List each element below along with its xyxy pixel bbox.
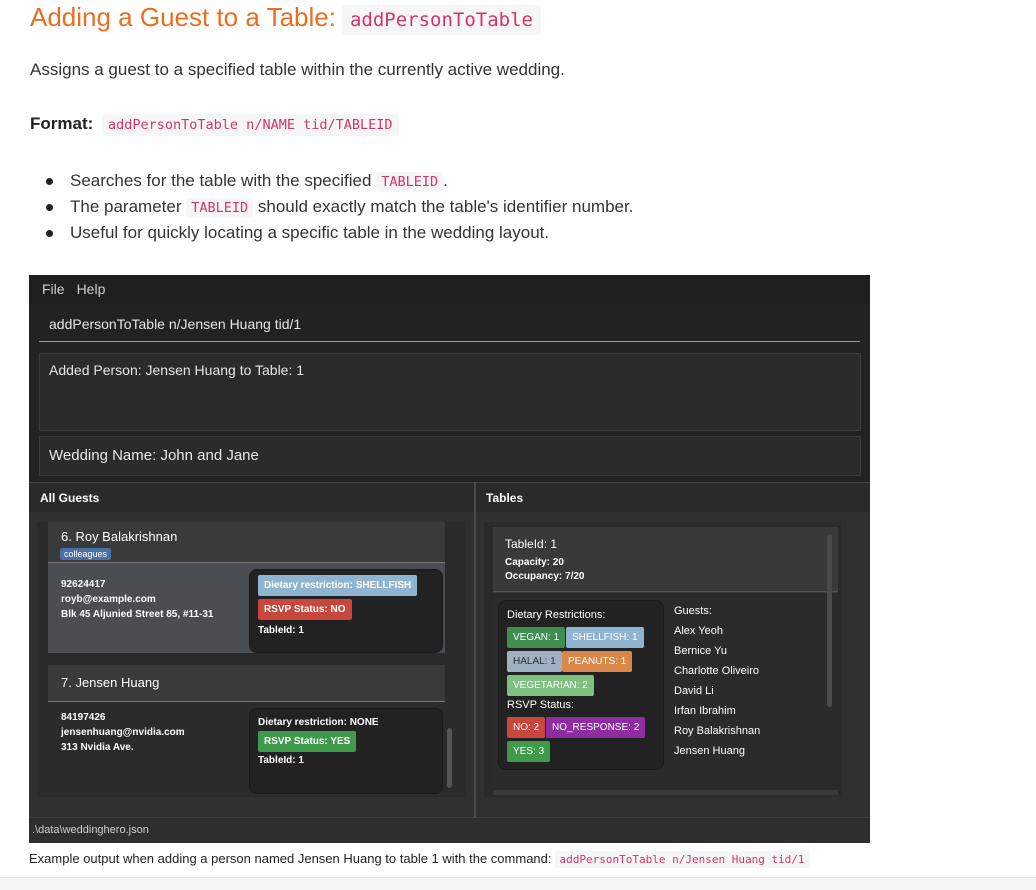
rsvp-pill: NO: 2 [507, 717, 546, 738]
caption-text: Example output when adding a person name… [29, 851, 552, 866]
table-guest-list: Guests: Alex Yeoh Bernice Yu Charlotte O… [674, 601, 760, 761]
dietary-text: Dietary restriction: NONE [258, 717, 379, 728]
format-code: addPersonToTable n/NAME tid/TABLEID [102, 114, 399, 136]
table-guest-name: Charlotte Oliveiro [674, 665, 759, 677]
table-card-header: TableId: 1 Capacity: 20 Occupancy: 7/20 [493, 527, 838, 592]
menu-file[interactable]: File [42, 275, 65, 304]
command-input[interactable]: addPersonToTable n/Jensen Huang tid/1 [39, 307, 860, 342]
note-text: should exactly match the table's identif… [253, 197, 634, 216]
format-line: Format: addPersonToTable n/NAME tid/TABL… [30, 114, 399, 136]
guest-card-header: 6. Roy Balakrishnan colleagues [48, 522, 445, 563]
dietary-pill: SHELLFISH: 1 [566, 627, 644, 648]
guest-card-body: 92624417 royb@example.com Blk 45 Aljunie… [48, 563, 445, 653]
guest-tag: colleagues [60, 548, 112, 560]
note-item: Searches for the table with the specifie… [44, 168, 633, 194]
note-item: Useful for quickly locating a specific t… [44, 220, 633, 246]
status-file-path: .\data\weddinghero.json [32, 824, 149, 836]
tables-header-label: Tables [486, 491, 524, 505]
table-guests-label: Guests: [674, 605, 712, 617]
table-card-body: Dietary Restrictions: VEGAN: 1 SHELLFISH… [493, 593, 838, 784]
figure-caption: Example output when adding a person name… [29, 851, 810, 868]
table-capacity: Capacity: 20 [505, 557, 564, 568]
note-item: The parameter TABLEID should exactly mat… [44, 194, 633, 220]
table-guest-name: Bernice Yu [674, 645, 728, 657]
note-text: Searches for the table with the specifie… [70, 171, 377, 190]
rsvp-pill: RSVP Status: YES [258, 731, 357, 752]
table-guest-name: Roy Balakrishnan [674, 725, 761, 737]
dietary-pill: VEGETARIAN: 2 [507, 675, 594, 696]
next-table-card-edge [493, 790, 838, 795]
table-occupancy: Occupancy: 7/20 [505, 571, 585, 582]
rsvp-pill: RSVP Status: NO [258, 599, 352, 620]
table-card[interactable]: TableId: 1 Capacity: 20 Occupancy: 7/20 … [493, 527, 838, 784]
guest-badge-box: Dietary restriction: NONE RSVP Status: Y… [249, 708, 443, 794]
table-guest-name: Irfan Ibrahim [674, 705, 736, 717]
guest-card[interactable]: 7. Jensen Huang 84197426 jensenhuang@nvi… [48, 665, 445, 796]
result-display: Added Person: Jensen Huang to Table: 1 [39, 353, 861, 431]
table-list[interactable]: TableId: 1 Capacity: 20 Occupancy: 7/20 … [484, 522, 841, 797]
table-guest-name: Jensen Huang [674, 745, 745, 757]
guest-table-id: TableId: 1 [258, 755, 304, 766]
table-guest-name: David Li [674, 685, 714, 697]
table-stats-box: Dietary Restrictions: VEGAN: 1 SHELLFISH… [498, 600, 664, 770]
notes-list: Searches for the table with the specifie… [44, 168, 633, 246]
guest-address: Blk 45 Aljunied Street 85, #11-31 [61, 609, 214, 620]
rsvp-pill: NO_RESPONSE: 2 [546, 717, 646, 738]
note-code: TABLEID [376, 172, 444, 192]
heading-command-code: addPersonToTable [341, 5, 541, 35]
section-heading-text: Adding a Guest to a Table: [30, 2, 336, 32]
format-label: Format: [30, 114, 94, 133]
rsvp-pill: YES: 3 [507, 741, 551, 762]
caption-code: addPersonToTable n/Jensen Huang tid/1 [554, 851, 810, 868]
guest-name: 6. Roy Balakrishnan [61, 529, 178, 544]
guest-info: 92624417 royb@example.com Blk 45 Aljunie… [61, 577, 213, 622]
command-description: Assigns a guest to a specified table wit… [30, 60, 565, 79]
command-input-text: addPersonToTable n/Jensen Huang tid/1 [49, 316, 302, 332]
wedding-name-bar: Wedding Name: John and Jane [39, 436, 861, 476]
guest-list-scrollbar[interactable] [447, 728, 452, 788]
guests-panel: 6. Roy Balakrishnan colleagues 92624417 … [29, 512, 474, 817]
section-heading: Adding a Guest to a Table: addPersonToTab… [30, 0, 541, 37]
note-text: . [443, 171, 448, 190]
guest-email: royb@example.com [61, 594, 156, 605]
table-id: TableId: 1 [505, 537, 558, 551]
wedding-name-text: Wedding Name: John and Jane [49, 447, 259, 464]
note-text: The parameter [70, 197, 187, 216]
menu-help[interactable]: Help [77, 275, 106, 304]
tables-panel-header: Tables [476, 482, 870, 513]
guest-name: 7. Jensen Huang [61, 675, 160, 690]
menu-bar: File Help [29, 275, 870, 304]
table-guest-name: Alex Yeoh [674, 625, 723, 637]
guest-table-id: TableId: 1 [258, 625, 304, 636]
dietary-pill: VEGAN: 1 [507, 627, 566, 648]
tables-panel: TableId: 1 Capacity: 20 Occupancy: 7/20 … [476, 512, 870, 817]
guest-card-body: 84197426 jensenhuang@nvidia.com 313 Nvid… [48, 702, 445, 796]
guest-list[interactable]: 6. Roy Balakrishnan colleagues 92624417 … [37, 522, 465, 797]
dietary-pill: Dietary restriction: SHELLFISH [258, 575, 418, 596]
guest-card-header: 7. Jensen Huang [48, 665, 445, 702]
dietary-pill: PEANUTS: 1 [562, 651, 633, 672]
guest-badge-box: Dietary restriction: SHELLFISH RSVP Stat… [249, 569, 443, 653]
guest-address: 313 Nvidia Ave. [61, 742, 134, 753]
status-bar: .\data\weddinghero.json [29, 817, 870, 843]
guest-email: jensenhuang@nvidia.com [61, 727, 185, 738]
dietary-restrictions-label: Dietary Restrictions: [507, 609, 606, 621]
page-footer-strip [0, 877, 1036, 890]
guest-phone: 92624417 [61, 579, 106, 590]
result-text: Added Person: Jensen Huang to Table: 1 [49, 362, 305, 378]
dietary-pill: HALAL: 1 [507, 651, 562, 672]
guests-panel-header: All Guests [29, 482, 474, 513]
app-window: File Help addPersonToTable n/Jensen Huang… [29, 275, 870, 843]
guest-info: 84197426 jensenhuang@nvidia.com 313 Nvid… [61, 710, 185, 755]
note-text: Useful for quickly locating a specific t… [70, 223, 550, 242]
guest-card[interactable]: 6. Roy Balakrishnan colleagues 92624417 … [48, 522, 445, 667]
guests-header-label: All Guests [40, 491, 100, 505]
table-list-scrollbar[interactable] [827, 535, 832, 707]
rsvp-status-label: RSVP Status: [507, 699, 575, 711]
note-code: TABLEID [186, 198, 254, 218]
guest-phone: 84197426 [61, 712, 106, 723]
